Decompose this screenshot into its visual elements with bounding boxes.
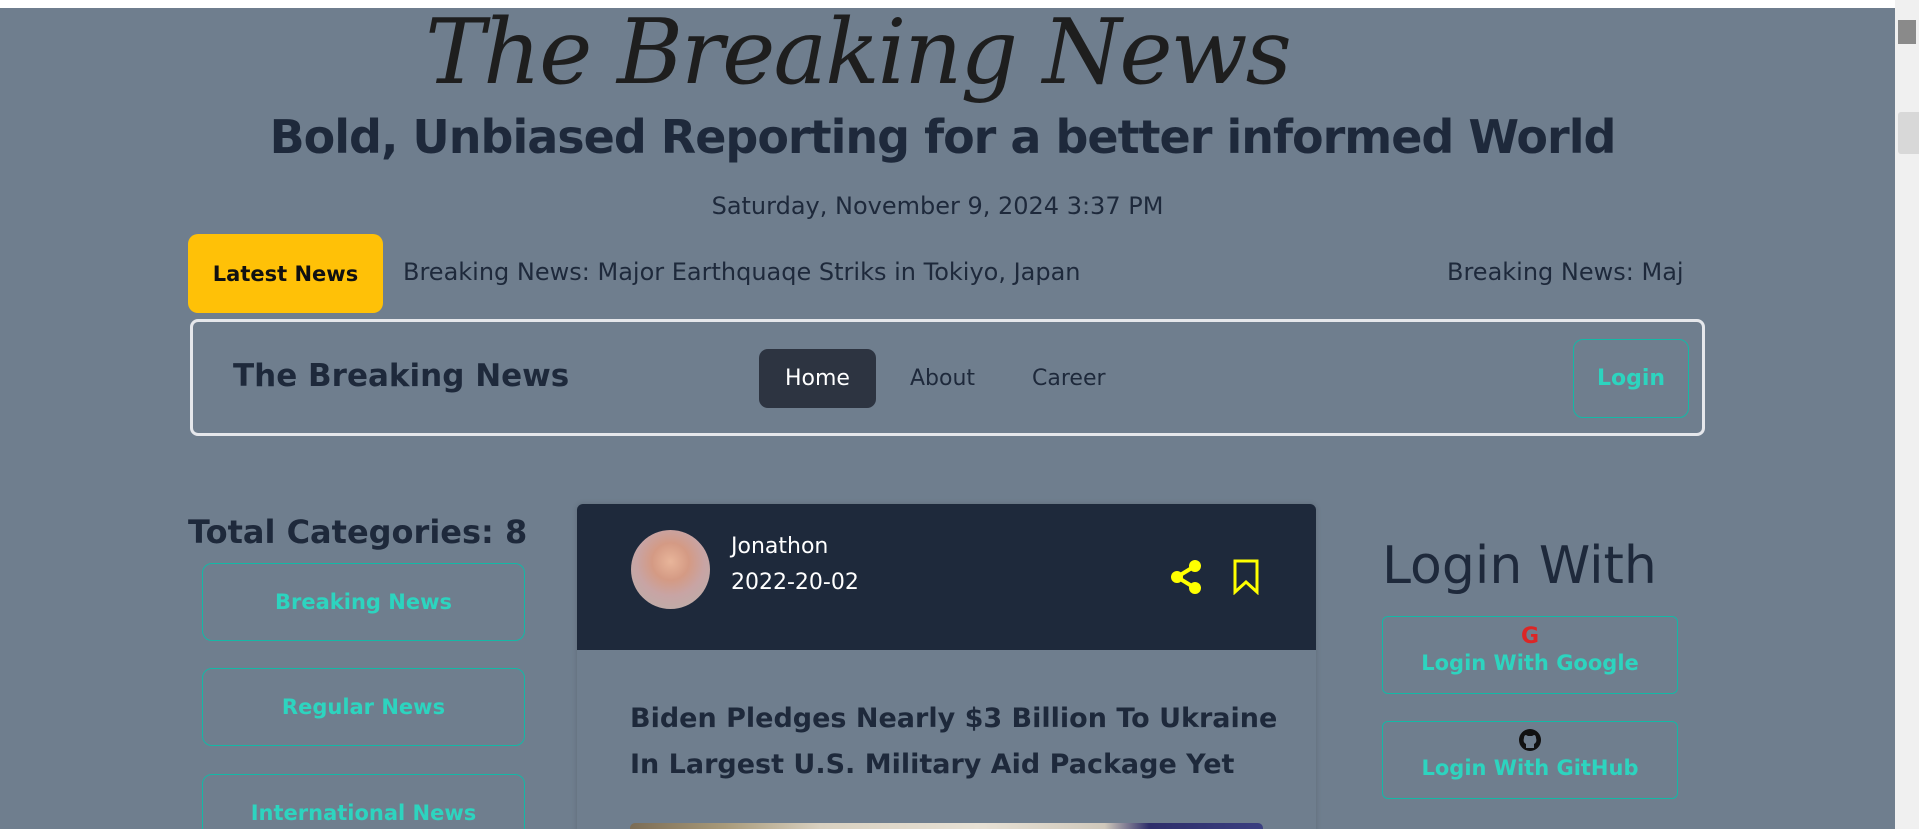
login-github-label: Login With GitHub bbox=[1421, 756, 1639, 780]
nav-about[interactable]: About bbox=[884, 349, 1001, 408]
card-header: Jonathon 2022-20-02 bbox=[577, 504, 1316, 650]
google-icon: G bbox=[1520, 624, 1540, 649]
news-card: Jonathon 2022-20-02 Biden Pledges Nearly… bbox=[577, 504, 1316, 829]
ticker-item[interactable]: Breaking News: Major Earthquaqe Striks i… bbox=[403, 258, 1081, 286]
bookmark-icon[interactable] bbox=[1232, 559, 1260, 595]
category-breaking-news[interactable]: Breaking News bbox=[202, 563, 525, 641]
ticker-item[interactable]: Breaking News: Maj bbox=[1447, 258, 1684, 286]
login-github-button[interactable]: Login With GitHub bbox=[1382, 721, 1678, 799]
scrollbar-thumb[interactable] bbox=[1898, 20, 1916, 44]
login-google-button[interactable]: G Login With Google bbox=[1382, 616, 1678, 694]
site-logo-title: The Breaking News bbox=[425, 8, 1292, 105]
current-date: Saturday, November 9, 2024 3:37 PM bbox=[711, 192, 1164, 220]
categories-title: Total Categories: 8 bbox=[188, 513, 528, 551]
nav-career[interactable]: Career bbox=[1006, 349, 1132, 408]
scrollbar[interactable] bbox=[1895, 0, 1919, 829]
github-icon bbox=[1383, 728, 1677, 756]
page: The Breaking News Bold, Unbiased Reporti… bbox=[0, 8, 1895, 829]
latest-news-badge[interactable]: Latest News bbox=[188, 234, 383, 313]
login-with-title: Login With bbox=[1382, 536, 1657, 596]
navbar: The Breaking News Home About Career Logi… bbox=[190, 319, 1705, 436]
side-tab[interactable] bbox=[1898, 112, 1919, 154]
tagline: Bold, Unbiased Reporting for a better in… bbox=[269, 110, 1617, 164]
login-button[interactable]: Login bbox=[1573, 339, 1689, 418]
nav-brand[interactable]: The Breaking News bbox=[233, 358, 569, 394]
news-ticker: Latest News Breaking News: Major Earthqu… bbox=[188, 234, 1705, 313]
news-thumbnail[interactable] bbox=[630, 823, 1263, 829]
share-icon[interactable] bbox=[1170, 559, 1202, 595]
author-avatar bbox=[631, 530, 710, 609]
author-name: Jonathon bbox=[731, 534, 829, 559]
nav-home[interactable]: Home bbox=[759, 349, 876, 408]
category-regular-news[interactable]: Regular News bbox=[202, 668, 525, 746]
category-international-news[interactable]: International News bbox=[202, 774, 525, 829]
login-google-label: Login With Google bbox=[1421, 651, 1639, 675]
news-title[interactable]: Biden Pledges Nearly $3 Billion To Ukrai… bbox=[630, 696, 1280, 788]
publish-date: 2022-20-02 bbox=[731, 570, 859, 595]
